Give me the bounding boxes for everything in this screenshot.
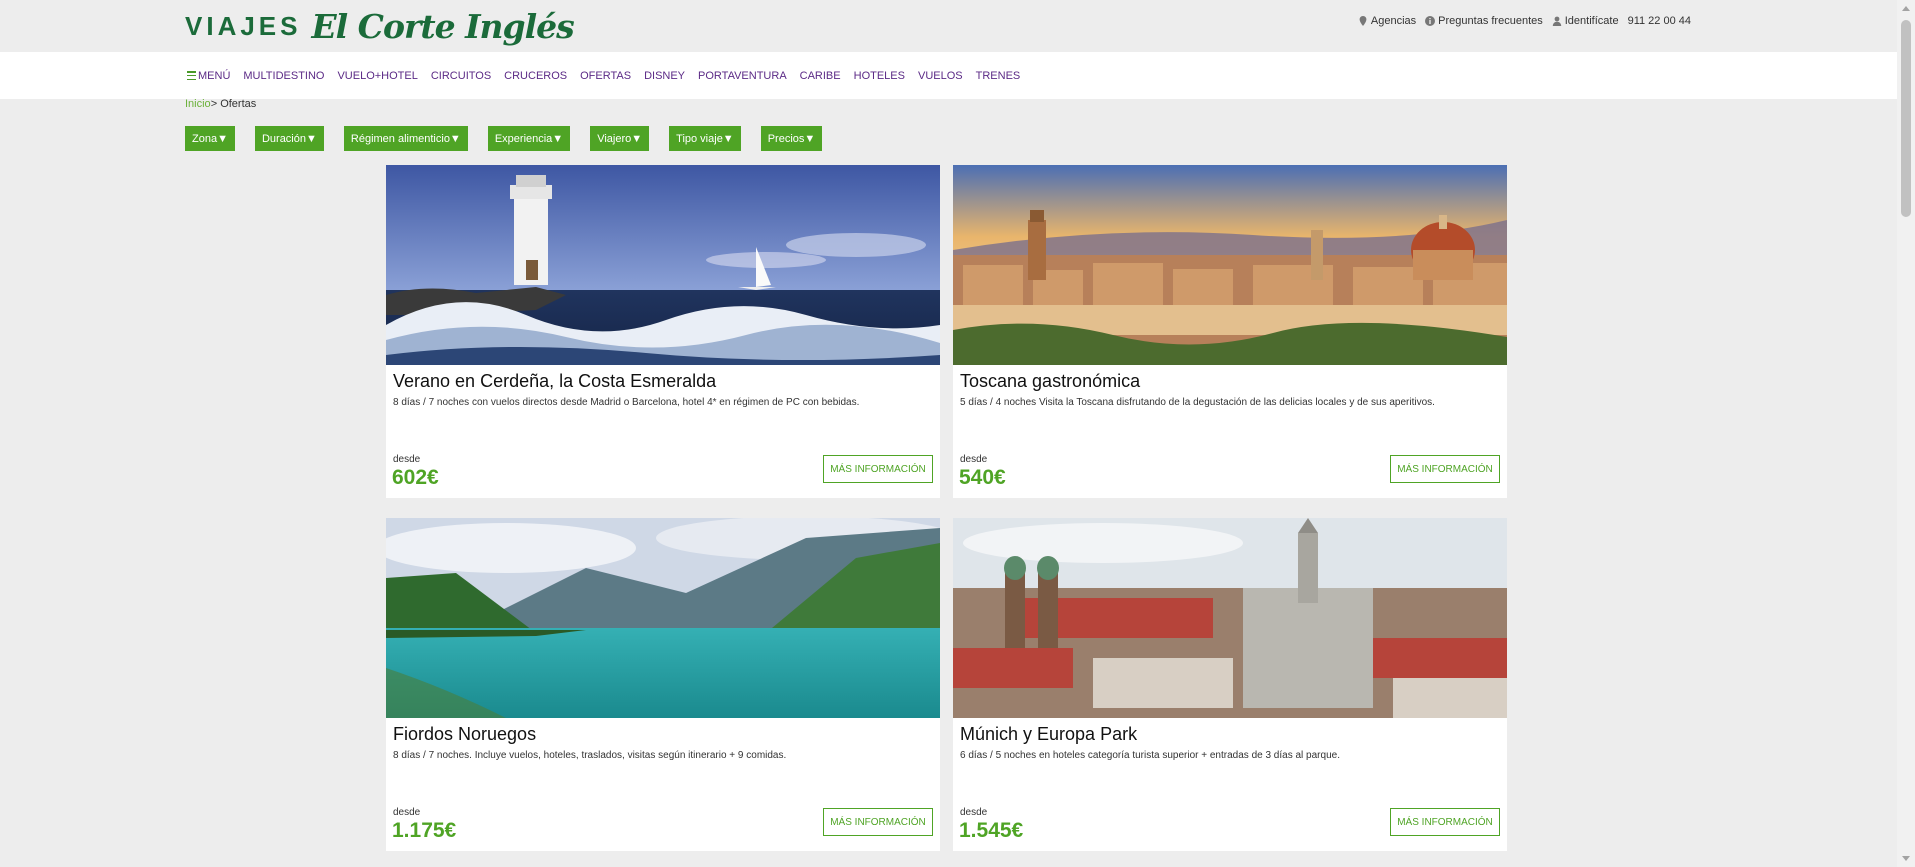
scroll-down-icon[interactable] bbox=[1902, 856, 1910, 861]
offer-price: 1.545€ bbox=[959, 819, 1024, 842]
florence-city-image bbox=[953, 165, 1507, 365]
filter-tipo-viaje[interactable]: Tipo viaje▼ bbox=[669, 126, 741, 151]
offer-image-cerdena[interactable] bbox=[386, 165, 940, 365]
hamburger-icon bbox=[187, 71, 196, 80]
filter-precios[interactable]: Precios▼ bbox=[760, 126, 823, 151]
offer-description: 8 días / 7 noches con vuelos directos de… bbox=[393, 397, 860, 408]
main-nav: MENÚ MULTIDESTINO VUELO+HOTEL CIRCUITOS … bbox=[0, 52, 1897, 99]
filter-viajero[interactable]: Viajero▼ bbox=[590, 126, 650, 151]
nav-item-circuitos[interactable]: CIRCUITOS bbox=[431, 70, 491, 82]
offer-card[interactable]: Verano en Cerdeña, la Costa Esmeralda 8 … bbox=[386, 165, 940, 498]
login-label: Identifícate bbox=[1564, 15, 1619, 27]
filter-regimen[interactable]: Régimen alimenticio▼ bbox=[343, 126, 468, 151]
offer-image-munich[interactable] bbox=[953, 518, 1507, 718]
nav-item-ofertas[interactable]: OFERTAS bbox=[580, 70, 631, 82]
breadcrumb-separator: > bbox=[210, 98, 218, 110]
lighthouse-sea-image bbox=[386, 165, 940, 365]
offer-title[interactable]: Verano en Cerdeña, la Costa Esmeralda bbox=[393, 371, 716, 392]
brand-logo[interactable]: VIAJES El Corte Inglés bbox=[185, 4, 575, 48]
page-scrollbar[interactable] bbox=[1897, 0, 1915, 867]
filter-zona[interactable]: Zona▼ bbox=[185, 126, 235, 151]
agencias-link[interactable]: Agencias bbox=[1358, 15, 1416, 27]
nav-item-portaventura[interactable]: PORTAVENTURA bbox=[698, 70, 787, 82]
phone-number[interactable]: 911 22 00 44 bbox=[1628, 15, 1691, 27]
offer-price: 540€ bbox=[959, 466, 1006, 489]
price-from-label: desde bbox=[393, 807, 421, 818]
info-icon bbox=[1425, 16, 1436, 26]
nav-item-vuelos[interactable]: VUELOS bbox=[918, 70, 963, 82]
offer-card[interactable]: Toscana gastronómica 5 días / 4 noches V… bbox=[953, 165, 1507, 498]
nav-item-hoteles[interactable]: HOTELES bbox=[854, 70, 905, 82]
offer-description: 8 días / 7 noches. Incluye vuelos, hotel… bbox=[393, 750, 787, 761]
offer-price: 602€ bbox=[392, 466, 439, 489]
filter-experiencia[interactable]: Experiencia▼ bbox=[487, 126, 571, 151]
offer-image-fiordos[interactable] bbox=[386, 518, 940, 718]
offer-description: 5 días / 4 noches Visita la Toscana disf… bbox=[960, 397, 1435, 408]
utility-links: Agencias Preguntas frecuentes Identifíca… bbox=[1358, 15, 1691, 27]
top-header: VIAJES El Corte Inglés Agencias Pregunta… bbox=[0, 0, 1897, 52]
nav-item-cruceros[interactable]: CRUCEROS bbox=[504, 70, 567, 82]
offer-card[interactable]: Fiordos Noruegos 8 días / 7 noches. Incl… bbox=[386, 518, 940, 851]
nav-item-multidestino[interactable]: MULTIDESTINO bbox=[243, 70, 324, 82]
offer-title[interactable]: Fiordos Noruegos bbox=[393, 724, 536, 745]
filter-duracion[interactable]: Duración▼ bbox=[254, 126, 324, 151]
breadcrumb-home[interactable]: Inicio bbox=[185, 98, 211, 110]
nav-item-trenes[interactable]: TRENES bbox=[976, 70, 1021, 82]
location-pin-icon bbox=[1359, 16, 1367, 26]
offers-grid: Verano en Cerdeña, la Costa Esmeralda 8 … bbox=[386, 165, 1507, 851]
offer-title[interactable]: Toscana gastronómica bbox=[960, 371, 1140, 392]
munich-city-image bbox=[953, 518, 1507, 718]
offer-price: 1.175€ bbox=[392, 819, 457, 842]
nav-item-vuelo-hotel[interactable]: VUELO+HOTEL bbox=[337, 70, 417, 82]
more-info-button[interactable]: MÁS INFORMACIÓN bbox=[1390, 455, 1500, 483]
scrollbar-thumb[interactable] bbox=[1901, 20, 1911, 217]
filter-bar: Zona▼ Duración▼ Régimen alimenticio▼ Exp… bbox=[185, 126, 823, 151]
logo-viajes: VIAJES bbox=[185, 10, 302, 41]
offer-description: 6 días / 5 noches en hoteles categoría t… bbox=[960, 750, 1340, 761]
more-info-button[interactable]: MÁS INFORMACIÓN bbox=[823, 808, 933, 836]
scroll-up-icon[interactable] bbox=[1902, 6, 1910, 11]
offer-image-toscana[interactable] bbox=[953, 165, 1507, 365]
price-from-label: desde bbox=[960, 807, 988, 818]
price-from-label: desde bbox=[393, 454, 421, 465]
nav-item-caribe[interactable]: CARIBE bbox=[800, 70, 841, 82]
agencias-label: Agencias bbox=[1370, 15, 1417, 27]
more-info-button[interactable]: MÁS INFORMACIÓN bbox=[823, 455, 933, 483]
offer-title[interactable]: Múnich y Europa Park bbox=[960, 724, 1137, 745]
nav-item-disney[interactable]: DISNEY bbox=[644, 70, 685, 82]
faq-link[interactable]: Preguntas frecuentes bbox=[1425, 15, 1543, 27]
price-from-label: desde bbox=[960, 454, 988, 465]
user-icon bbox=[1552, 16, 1561, 26]
breadcrumb: Inicio> Ofertas bbox=[185, 98, 256, 110]
logo-el-corte-ingles: El Corte Inglés bbox=[311, 6, 575, 46]
login-link[interactable]: Identifícate bbox=[1552, 15, 1619, 27]
fjord-lake-image bbox=[386, 518, 940, 718]
breadcrumb-current: Ofertas bbox=[220, 98, 257, 110]
more-info-button[interactable]: MÁS INFORMACIÓN bbox=[1390, 808, 1500, 836]
menu-button[interactable]: MENÚ bbox=[187, 70, 230, 82]
menu-label: MENÚ bbox=[198, 69, 231, 82]
offer-card[interactable]: Múnich y Europa Park 6 días / 5 noches e… bbox=[953, 518, 1507, 851]
faq-label: Preguntas frecuentes bbox=[1438, 15, 1543, 27]
